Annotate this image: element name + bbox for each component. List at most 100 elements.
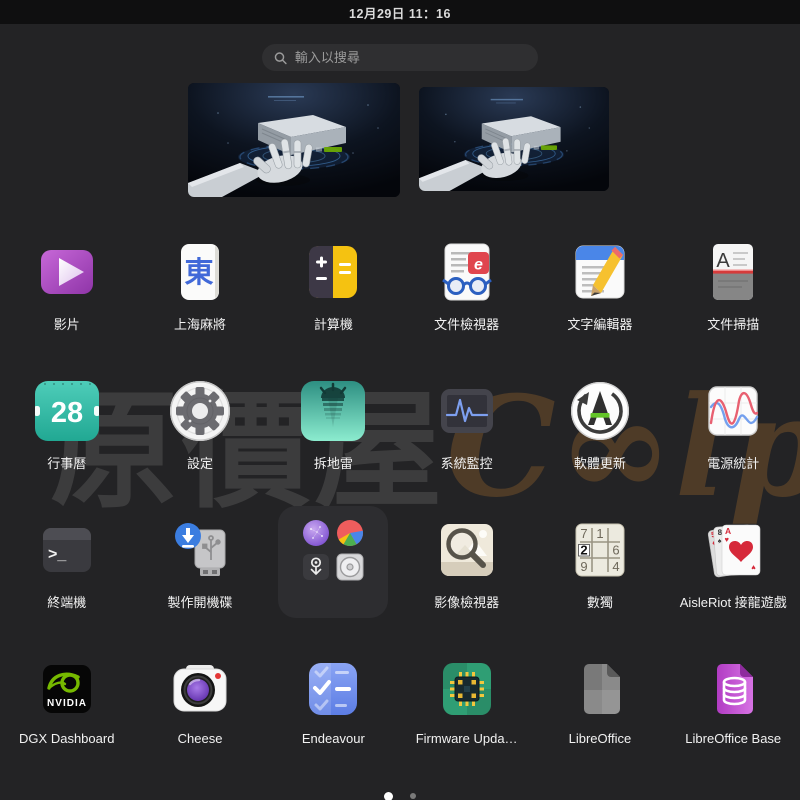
mahjongg-icon: 東 — [168, 240, 232, 304]
dgx-dashboard-icon: NVIDIA — [35, 657, 99, 721]
app-label: Endeavour — [302, 731, 365, 746]
window-thumbnail-1[interactable] — [188, 83, 400, 197]
startup-disk-creator-icon — [168, 518, 232, 582]
app-label: 文字編輯器 — [567, 314, 632, 333]
document-viewer-icon: e — [435, 240, 499, 304]
app-videos[interactable]: 影片 — [2, 240, 132, 333]
app-label: 電源統計 — [707, 453, 759, 472]
search-input[interactable] — [295, 50, 526, 65]
svg-text:2: 2 — [580, 543, 587, 558]
app-calculator[interactable]: 計算機 — [268, 240, 398, 333]
mines-icon — [301, 379, 365, 443]
svg-text:東: 東 — [185, 256, 214, 289]
app-settings[interactable]: 設定 — [135, 379, 265, 472]
svg-text:>_: >_ — [48, 546, 67, 563]
app-label: 拆地雷 — [314, 453, 353, 472]
app-label: 影像檢視器 — [434, 592, 499, 611]
app-mines[interactable]: 拆地雷 — [268, 379, 398, 472]
app-label: LibreOffice — [569, 731, 632, 746]
calculator-icon — [301, 240, 365, 304]
app-system-monitor[interactable]: 系統監控 — [402, 379, 532, 472]
svg-text:1: 1 — [596, 526, 603, 541]
app-label: 文件檢視器 — [434, 314, 499, 333]
app-label: 行事曆 — [47, 453, 86, 472]
firmware-updater-icon — [435, 657, 499, 721]
app-document-scanner[interactable]: A 文件掃描 — [668, 240, 798, 333]
app-label: LibreOffice Base — [685, 731, 781, 746]
app-text-editor[interactable]: 文字編輯器 — [535, 240, 665, 333]
app-folder-utilities[interactable]: 公用程式 — [268, 518, 398, 611]
app-calendar[interactable]: 28 行事曆 — [2, 379, 132, 472]
app-power-statistics[interactable]: 電源統計 — [668, 379, 798, 472]
software-updater-icon — [568, 379, 632, 443]
page-dot-1[interactable] — [384, 792, 393, 800]
pie-chart-icon — [336, 519, 364, 547]
app-mahjongg[interactable]: 東 上海麻將 — [135, 240, 265, 333]
cheese-icon — [168, 657, 232, 721]
svg-text:♥: ♥ — [751, 563, 756, 572]
svg-text:7: 7 — [580, 526, 587, 541]
app-label: 上海麻將 — [174, 314, 226, 333]
usage-orb-icon — [302, 519, 330, 547]
tweak-tool-icon — [302, 553, 330, 581]
calendar-icon: 28 — [35, 379, 99, 443]
search-icon — [274, 51, 287, 65]
system-monitor-icon — [435, 379, 499, 443]
app-firmware-updater[interactable]: Firmware Upda… — [402, 657, 532, 746]
app-label: AisleRiot 接龍遊戲 — [680, 592, 787, 611]
app-label: Firmware Upda… — [416, 731, 518, 746]
app-label: 文件掃描 — [707, 314, 759, 333]
window-thumbnail-2[interactable] — [419, 87, 609, 191]
endeavour-icon — [301, 657, 365, 721]
search-bar[interactable] — [262, 44, 538, 71]
app-cheese[interactable]: Cheese — [135, 657, 265, 746]
app-startup-disk-creator[interactable]: 製作開機碟 — [135, 518, 265, 611]
page-dot-2[interactable] — [410, 793, 417, 800]
app-image-viewer[interactable]: 影像檢視器 — [402, 518, 532, 611]
app-sudoku[interactable]: 7 1 6 9 4 2 數獨 — [535, 518, 665, 611]
top-bar: 12月29日 11：16 — [0, 0, 800, 24]
app-label: Cheese — [178, 731, 223, 746]
app-libreoffice-base[interactable]: LibreOffice Base — [668, 657, 798, 746]
app-label: DGX Dashboard — [19, 731, 114, 746]
image-viewer-icon — [435, 518, 499, 582]
app-label: 影片 — [54, 314, 80, 333]
svg-text:6: 6 — [612, 543, 619, 558]
app-endeavour[interactable]: Endeavour — [268, 657, 398, 746]
svg-text:NVIDIA: NVIDIA — [47, 698, 87, 709]
svg-text:28: 28 — [51, 397, 83, 429]
app-dgx-dashboard[interactable]: NVIDIA DGX Dashboard — [2, 657, 132, 746]
terminal-icon: >_ — [35, 518, 99, 582]
app-label: 計算機 — [314, 314, 353, 333]
app-label: 製作開機碟 — [168, 592, 233, 611]
text-editor-icon — [568, 240, 632, 304]
search-area — [0, 44, 800, 71]
aisleriot-icon: 5 ♦ 8 ♠ A ♥ ♥ — [701, 518, 765, 582]
svg-text:♥: ♥ — [725, 535, 730, 544]
disks-icon — [336, 553, 364, 581]
clock[interactable]: 12月29日 11：16 — [349, 3, 451, 22]
document-scanner-icon: A — [701, 240, 765, 304]
app-aisleriot[interactable]: 5 ♦ 8 ♠ A ♥ ♥ AisleRiot 接龍遊戲 — [668, 518, 798, 611]
page-indicator — [0, 789, 800, 800]
svg-text:A: A — [717, 250, 731, 272]
app-label: 終端機 — [47, 592, 86, 611]
app-label: 系統監控 — [441, 453, 493, 472]
svg-text:e: e — [474, 257, 483, 274]
settings-icon — [168, 379, 232, 443]
app-grid: 影片 東 上海麻將 計算機 e — [0, 240, 800, 746]
app-label: 軟體更新 — [574, 453, 626, 472]
app-document-viewer[interactable]: e 文件檢視器 — [402, 240, 532, 333]
app-terminal[interactable]: >_ 終端機 — [2, 518, 132, 611]
sudoku-icon: 7 1 6 9 4 2 — [568, 518, 632, 582]
app-label: 數獨 — [587, 592, 613, 611]
svg-text:4: 4 — [612, 559, 619, 574]
videos-icon — [35, 240, 99, 304]
app-software-updater[interactable]: 軟體更新 — [535, 379, 665, 472]
app-label: 設定 — [187, 453, 213, 472]
libreoffice-base-icon — [701, 657, 765, 721]
svg-text:9: 9 — [580, 559, 587, 574]
app-libreoffice[interactable]: LibreOffice — [535, 657, 665, 746]
power-statistics-icon — [701, 379, 765, 443]
utilities-folder-icon — [301, 518, 365, 582]
